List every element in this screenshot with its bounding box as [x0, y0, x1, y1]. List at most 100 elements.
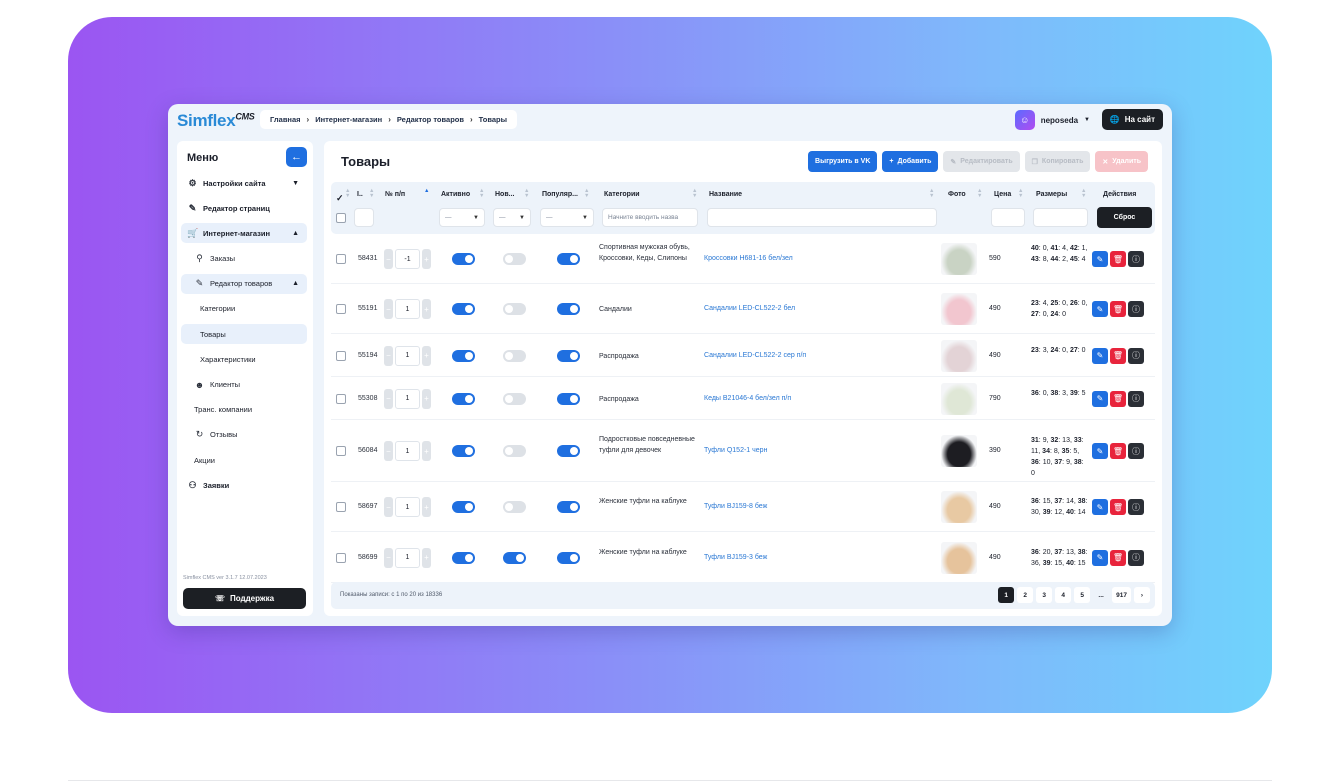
row-checkbox[interactable]: [336, 446, 346, 456]
info-icon[interactable]: ⓘ: [1128, 301, 1144, 317]
new-filter[interactable]: — ▼: [493, 208, 531, 227]
sidebar-item-product-editor[interactable]: ✎ Редактор товаров ▲: [181, 273, 307, 294]
product-photo[interactable]: [941, 293, 977, 325]
column-num[interactable]: № п/п: [385, 191, 405, 198]
trash-icon[interactable]: 🗑: [1110, 443, 1126, 459]
order-value[interactable]: 1: [395, 547, 420, 568]
breadcrumb-item[interactable]: Товары: [479, 115, 507, 124]
sort-icon[interactable]: ▲ ▼: [1081, 188, 1086, 199]
product-photo[interactable]: [941, 541, 977, 574]
product-name-link[interactable]: Туфли BJ159-3 беж: [704, 554, 767, 561]
order-value[interactable]: 1: [395, 345, 420, 366]
new-toggle[interactable]: [503, 349, 526, 362]
sort-icon[interactable]: ▲ ▼: [1018, 188, 1023, 199]
user-menu[interactable]: ☺ neposeda ▼: [1014, 110, 1090, 130]
order-value[interactable]: -1: [395, 249, 420, 269]
new-toggle[interactable]: [503, 303, 526, 315]
minus-icon[interactable]: −: [384, 547, 393, 568]
new-toggle[interactable]: [503, 551, 526, 564]
page-button[interactable]: 4: [1055, 587, 1072, 603]
sizes-filter[interactable]: [1033, 208, 1088, 227]
new-toggle[interactable]: [503, 392, 526, 405]
row-checkbox[interactable]: [336, 502, 346, 512]
breadcrumb-item[interactable]: Интернет-магазин: [315, 115, 382, 124]
sort-icon[interactable]: ▲ ▼: [929, 188, 934, 199]
popular-toggle[interactable]: [557, 253, 580, 265]
edit-icon[interactable]: ✎: [1092, 251, 1108, 267]
table-row[interactable]: 58431− -1 + Спортивная мужская обувь, Кросс…: [331, 234, 1155, 284]
sidebar-item-characteristics[interactable]: Характеристики: [181, 349, 307, 369]
column-active[interactable]: Активно: [441, 191, 470, 198]
product-name-link[interactable]: Кеды B21046-4 бел/зел п/п: [704, 395, 791, 402]
popular-toggle[interactable]: [557, 303, 580, 315]
order-stepper[interactable]: −1 +: [384, 345, 431, 366]
collapse-sidebar-button[interactable]: ←: [286, 147, 307, 167]
popular-toggle[interactable]: [557, 445, 580, 457]
minus-icon[interactable]: −: [384, 345, 393, 366]
order-value[interactable]: 1: [395, 299, 420, 319]
active-toggle[interactable]: [452, 445, 475, 457]
active-toggle[interactable]: [452, 349, 475, 362]
column-price[interactable]: Цена: [994, 191, 1011, 198]
table-row[interactable]: 58699−1 + Женские туфли на каблуке Туфли BJ…: [331, 532, 1155, 583]
sidebar-item-reviews[interactable]: ↻ Отзывы: [181, 425, 307, 445]
support-button[interactable]: ☏ Поддержка: [183, 588, 306, 609]
popular-filter[interactable]: — ▼: [540, 208, 594, 227]
active-toggle[interactable]: [452, 303, 475, 315]
column-categories[interactable]: Категории: [604, 191, 640, 198]
minus-icon[interactable]: −: [384, 299, 393, 319]
edit-icon[interactable]: ✎: [1092, 499, 1108, 515]
product-name-link[interactable]: Туфли Q152-1 черн: [704, 447, 767, 454]
new-toggle[interactable]: [503, 501, 526, 513]
info-icon[interactable]: ⓘ: [1128, 549, 1144, 566]
breadcrumb-item[interactable]: Главная: [270, 115, 301, 124]
row-checkbox[interactable]: [336, 350, 346, 361]
order-value[interactable]: 1: [395, 441, 420, 461]
sidebar-item-page-editor[interactable]: ✎ Редактор страниц: [181, 198, 307, 218]
plus-icon[interactable]: +: [422, 299, 431, 319]
plus-icon[interactable]: +: [422, 345, 431, 366]
trash-icon[interactable]: 🗑: [1110, 549, 1126, 566]
popular-toggle[interactable]: [557, 392, 580, 405]
add-button[interactable]: + Добавить: [882, 151, 939, 172]
minus-icon[interactable]: −: [384, 388, 393, 409]
go-to-site-button[interactable]: 🌐 На сайт: [1101, 109, 1163, 130]
sidebar-item-site-settings[interactable]: ⚙ Настройки сайта ▼: [181, 173, 307, 193]
order-value[interactable]: 1: [395, 388, 420, 409]
trash-icon[interactable]: 🗑: [1110, 499, 1126, 515]
export-vk-button[interactable]: Выгрузить в VK: [808, 151, 878, 172]
minus-icon[interactable]: −: [384, 249, 393, 269]
select-all-checkbox[interactable]: [336, 213, 346, 223]
product-photo[interactable]: [941, 243, 977, 275]
column-popular[interactable]: Популяр...: [542, 191, 578, 198]
info-icon[interactable]: ⓘ: [1128, 347, 1144, 364]
sidebar-item-promotions[interactable]: Акции: [181, 450, 307, 470]
sort-icon[interactable]: ▲ ▼: [345, 188, 350, 199]
product-photo[interactable]: [941, 435, 977, 467]
sidebar-item-clients[interactable]: ☻ Клиенты: [181, 375, 307, 395]
table-row[interactable]: 55308−1 + Распродажа Кеды B21046-4 бел/зел …: [331, 377, 1155, 420]
popular-toggle[interactable]: [557, 349, 580, 362]
row-checkbox[interactable]: [336, 304, 346, 314]
order-stepper[interactable]: − -1 +: [384, 249, 431, 269]
active-toggle[interactable]: [452, 551, 475, 564]
edit-icon[interactable]: ✎: [1092, 301, 1108, 317]
page-button[interactable]: 917: [1112, 587, 1131, 603]
sidebar-item-products[interactable]: Товары: [181, 324, 307, 345]
table-row[interactable]: 58697−1 + Женские туфли на каблуке Туфли BJ…: [331, 482, 1155, 532]
sidebar-item-shop[interactable]: 🛒 Интернет-магазин ▲: [181, 223, 307, 244]
price-filter[interactable]: [991, 208, 1025, 227]
trash-icon[interactable]: 🗑: [1110, 347, 1126, 364]
trash-icon[interactable]: 🗑: [1110, 251, 1126, 267]
reset-filters-button[interactable]: Сброс: [1097, 207, 1152, 228]
order-stepper[interactable]: −1 +: [384, 547, 431, 568]
product-name-link[interactable]: Сандалии LED-CL522-2 бел: [704, 305, 795, 312]
trash-icon[interactable]: 🗑: [1110, 390, 1126, 407]
id-filter[interactable]: [354, 208, 374, 227]
plus-icon[interactable]: +: [422, 388, 431, 409]
logo[interactable]: SimflexCMS: [177, 111, 255, 131]
plus-icon[interactable]: +: [422, 441, 431, 461]
product-photo[interactable]: [941, 382, 977, 415]
table-row[interactable]: 55191−1 + Сандалии Сандалии LED-CL522-2 бел…: [331, 284, 1155, 334]
sort-icon[interactable]: ▲ ▼: [584, 188, 589, 199]
